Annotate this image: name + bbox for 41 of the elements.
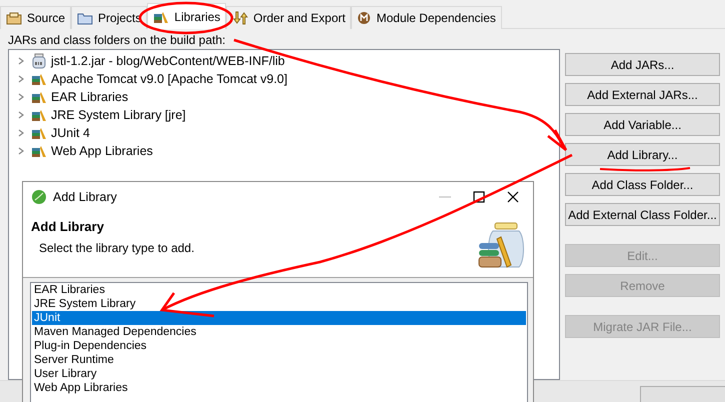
list-item[interactable]: User Library <box>32 367 526 381</box>
dialog-heading: Add Library <box>31 219 105 234</box>
list-item[interactable]: JRE System Library <box>32 297 526 311</box>
tree-item[interactable]: EAR Libraries <box>51 90 128 104</box>
button[interactable]: Add Variable... <box>565 113 720 136</box>
books-icon <box>31 126 47 140</box>
tab[interactable]: Order and Export <box>226 6 352 29</box>
tab[interactable]: Source <box>0 6 72 29</box>
button[interactable]: Add External JARs... <box>565 83 720 106</box>
folder-icon <box>77 11 94 25</box>
arrows-icon <box>232 11 248 25</box>
books-icon <box>153 10 170 24</box>
list-item[interactable]: Server Runtime <box>32 353 526 367</box>
maximize-icon[interactable] <box>473 190 485 202</box>
button[interactable]: Add Class Folder... <box>565 173 720 196</box>
tree-item[interactable]: Apache Tomcat v9.0 [Apache Tomcat v9.0] <box>51 72 288 86</box>
list-item[interactable]: Plug-in Dependencies <box>32 339 526 353</box>
package-icon <box>6 11 22 25</box>
build-path-label: JARs and class folders on the build path: <box>8 32 226 49</box>
books-icon <box>31 144 47 158</box>
dialog-description: Select the library type to add. <box>39 241 196 255</box>
books-icon <box>31 108 47 122</box>
m-badge-icon <box>357 11 372 25</box>
close-icon[interactable] <box>507 190 519 202</box>
button[interactable]: Add External Class Folder... <box>565 203 720 226</box>
list-item[interactable]: Maven Managed Dependencies <box>32 325 526 339</box>
list-item[interactable]: EAR Libraries <box>32 283 526 297</box>
list-item[interactable]: JUnit <box>32 311 526 325</box>
tree-item[interactable]: JRE System Library [jre] <box>51 108 186 122</box>
tree-item[interactable]: Web App Libraries <box>51 144 153 158</box>
dialog-title: Add Library <box>53 190 117 204</box>
button[interactable]: Add Library... <box>565 143 720 166</box>
tab[interactable]: Module Dependencies <box>351 6 502 29</box>
books-icon <box>31 90 47 104</box>
button[interactable]: Add JARs... <box>565 53 720 76</box>
leaf-logo-icon <box>31 188 47 204</box>
books-icon <box>31 72 47 86</box>
tree-item[interactable]: JUnit 4 <box>51 126 90 140</box>
tree-item[interactable]: jstl-1.2.jar - blog/WebContent/WEB-INF/lib <box>51 54 285 68</box>
list-item[interactable]: Web App Libraries <box>32 381 526 395</box>
jar-icon <box>31 53 47 69</box>
